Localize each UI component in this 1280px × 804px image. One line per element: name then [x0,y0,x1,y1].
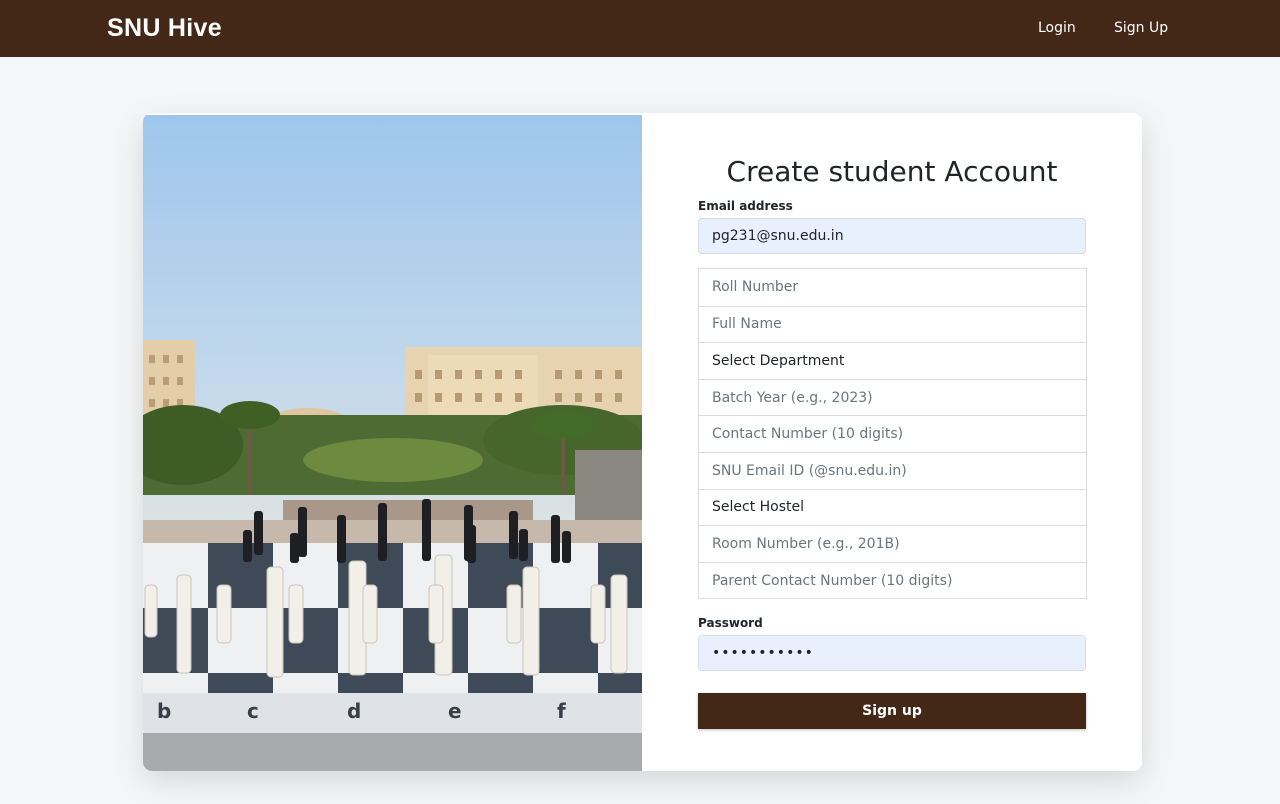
department-select[interactable]: Select Department [699,342,1086,379]
student-details-group: Roll Number Full Name Select Department … [698,268,1087,600]
brand-logo[interactable]: SNU Hive [107,14,222,43]
room-number-input[interactable]: Room Number (e.g., 201B) [699,525,1086,562]
board-letter: d [347,699,361,723]
password-field[interactable] [698,635,1086,671]
roll-number-input[interactable]: Roll Number [699,269,1086,306]
full-name-input[interactable]: Full Name [699,305,1086,343]
signup-card: b c d e f Create student Account Email a… [143,113,1142,771]
sign-up-button[interactable]: Sign up [698,693,1086,729]
board-letter: e [448,699,462,723]
snu-email-input[interactable]: SNU Email ID (@snu.edu.in) [699,451,1086,489]
parent-contact-input[interactable]: Parent Contact Number (10 digits) [699,561,1086,599]
email-label: Email address [698,199,793,213]
nav-signup-link[interactable]: Sign Up [1114,20,1168,36]
batch-year-input[interactable]: Batch Year (e.g., 2023) [699,378,1086,416]
board-letter: f [557,699,566,723]
email-field[interactable] [698,218,1086,254]
navbar: SNU Hive Login Sign Up [0,0,1280,57]
board-letter: c [247,699,259,723]
board-letter: b [157,699,171,723]
password-label: Password [698,616,763,630]
form-title: Create student Account [726,155,1058,188]
hostel-select[interactable]: Select Hostel [699,488,1086,526]
nav-login-link[interactable]: Login [1038,20,1076,36]
contact-number-input[interactable]: Contact Number (10 digits) [699,415,1086,452]
campus-chess-photo: b c d e f [143,115,642,771]
